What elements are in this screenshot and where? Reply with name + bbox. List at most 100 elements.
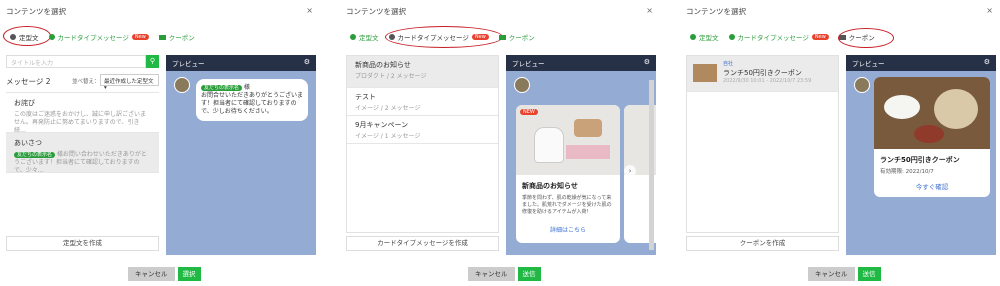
towel-shape: [566, 145, 610, 159]
cancel-button[interactable]: キャンセル: [808, 267, 855, 281]
close-icon[interactable]: ×: [646, 6, 653, 15]
chat-icon: [388, 34, 395, 40]
bubble-suffix: 様: [242, 84, 250, 91]
avatar: [514, 77, 530, 93]
list-item-selected[interactable]: 新商品のお知らせ プロダクト / 2 メッセージ: [347, 56, 498, 88]
brush-shape: [574, 119, 602, 137]
select-button[interactable]: 選択: [177, 267, 201, 281]
tab-card-label: カードタイプメッセージ: [397, 34, 469, 42]
tab-template[interactable]: 定型文: [10, 32, 39, 42]
coupon-icon: [158, 34, 166, 40]
friend-name-badge: 友だちの表示名: [14, 152, 56, 158]
tab-template-label: 定型文: [699, 34, 719, 42]
tab-card[interactable]: カードタイプメッセージ New: [388, 32, 489, 42]
device-shape: [534, 127, 564, 163]
friend-name-badge: 友だちの表示名: [201, 85, 243, 91]
tab-coupon[interactable]: クーポン: [158, 32, 195, 42]
tab-coupon[interactable]: クーポン: [498, 32, 535, 42]
message-count: メッセージ 2: [6, 77, 51, 86]
coupon-link[interactable]: 今すぐ確認: [874, 181, 990, 191]
tab-card[interactable]: カードタイプメッセージ New: [728, 32, 829, 42]
dialog-footer: キャンセル 選択: [128, 267, 201, 281]
dialog-title: コンテンツを選択: [686, 7, 746, 16]
tab-template[interactable]: 定型文: [690, 32, 719, 42]
rice-bowl-shape: [884, 95, 920, 119]
item-sub: プロダクト / 2 メッセージ: [355, 73, 427, 80]
dialog-coupon: コンテンツを選択 × 定型文 カードタイプメッセージ New クーポン 自社 ラン…: [680, 0, 1000, 286]
list-item-selected[interactable]: あいさつ 友だちの表示名 様お問い合わせいただきありがとうございます！担当者にて…: [6, 133, 159, 173]
coupon-icon: [498, 34, 506, 40]
product-image: [516, 105, 620, 175]
close-icon[interactable]: ×: [986, 6, 993, 15]
item-title: 9月キャンペーン: [355, 121, 409, 129]
product-card[interactable]: NEW 新商品のお知らせ 季節を問わず、肌の乾燥が気になって来ました。肌荒れでダ…: [516, 105, 620, 243]
preview-label: プレビュー: [172, 60, 205, 68]
item-title: お詫び: [14, 99, 35, 107]
chat-icon: [10, 34, 16, 40]
preview-label: プレビュー: [512, 60, 545, 68]
settings-icon[interactable]: ⚙: [644, 58, 650, 66]
dialog-footer: キャンセル 送信: [468, 267, 541, 281]
settings-icon[interactable]: ⚙: [984, 58, 990, 66]
tab-coupon-label: クーポン: [168, 34, 195, 42]
item-title: テスト: [355, 93, 376, 101]
send-button[interactable]: 送信: [517, 267, 541, 281]
preview-pane: プレビュー ⚙ NEW 新商品のお知らせ 季節を問わず、肌の乾燥が気になって来まし…: [506, 55, 656, 255]
close-icon[interactable]: ×: [306, 6, 313, 15]
sort-label: 並べ替え：: [72, 79, 100, 85]
coupon-card[interactable]: ランチ50円引きクーポン 有効期限: 2022/10/7 今すぐ確認: [874, 77, 990, 197]
tab-coupon-label: クーポン: [508, 34, 535, 42]
tab-coupon[interactable]: クーポン: [838, 32, 875, 42]
item-sub: イメージ / 2 メッセージ: [355, 105, 421, 112]
create-card-message-button[interactable]: カードタイプメッセージを作成: [346, 236, 499, 251]
cancel-button[interactable]: キャンセル: [128, 267, 175, 281]
card-title: 新商品のお知らせ: [522, 182, 578, 190]
preview-header: プレビュー ⚙: [846, 55, 996, 71]
tab-card-label: カードタイプメッセージ: [57, 34, 129, 42]
card-text: 季節を問わず、肌の乾燥が気になって来ました。肌荒れでダメージを受けた肌の修復を助…: [522, 195, 612, 215]
search-input[interactable]: タイトルを入力: [6, 55, 146, 68]
scrollbar[interactable]: [649, 80, 654, 250]
list-item[interactable]: テスト イメージ / 2 メッセージ: [347, 88, 498, 116]
list-item[interactable]: 9月キャンペーン イメージ / 1 メッセージ: [347, 116, 498, 144]
send-button[interactable]: 送信: [857, 267, 881, 281]
side-dish-shape: [914, 125, 944, 143]
coupon-icon: [838, 34, 846, 40]
new-badge: New: [131, 34, 149, 40]
list-item-selected[interactable]: 自社 ランチ50円引きクーポン 2022/9/30 10:01 - 2022/1…: [687, 56, 838, 92]
cancel-button[interactable]: キャンセル: [468, 267, 515, 281]
avatar: [174, 77, 190, 93]
create-template-button[interactable]: 定型文を作成: [6, 236, 159, 251]
search-icon[interactable]: ⚲: [146, 55, 159, 68]
check-icon: [48, 34, 55, 40]
dialog-template: コンテンツを選択 × 定型文 カードタイプメッセージ New クーポン タイトルを…: [0, 0, 323, 286]
dialog-title: コンテンツを選択: [6, 7, 66, 16]
preview-pane: プレビュー ⚙ ランチ50円引きクーポン 有効期限: 2022/10/7 今すぐ確…: [846, 55, 996, 255]
coupon-image: [874, 77, 990, 149]
carousel-next-icon[interactable]: ›: [624, 165, 636, 177]
card-list: 新商品のお知らせ プロダクト / 2 メッセージ テスト イメージ / 2 メッ…: [346, 55, 499, 233]
avatar: [854, 77, 870, 93]
coupon-valid: 有効期限: 2022/10/7: [880, 169, 934, 175]
item-date: 2022/9/30 10:01 - 2022/10/7 23:59: [723, 78, 812, 84]
tab-card[interactable]: カードタイプメッセージ New: [48, 32, 149, 42]
sort-select[interactable]: 最近作成した定型文 ▾: [100, 74, 159, 91]
preview-header: プレビュー ⚙: [166, 55, 316, 71]
chat-icon: [350, 34, 356, 40]
preview-label: プレビュー: [852, 60, 885, 68]
dialog-title: コンテンツを選択: [346, 7, 406, 16]
list-item[interactable]: お詫び この度はご迷惑をおかけし、誠に申し訳ございません。再発防止に努めてまいり…: [6, 93, 159, 133]
new-badge: NEW: [520, 109, 538, 115]
item-title: 新商品のお知らせ: [355, 61, 411, 69]
tab-template-label: 定型文: [19, 34, 39, 42]
tab-template[interactable]: 定型文: [350, 32, 379, 42]
item-sub: イメージ / 1 メッセージ: [355, 133, 421, 140]
new-badge: New: [811, 34, 829, 40]
template-list: お詫び この度はご迷惑をおかけし、誠に申し訳ございません。再発防止に努めてまいり…: [6, 92, 159, 232]
message-bubble: 友だちの表示名 様 お問合せいただきありがとうございます！担当者にて確認しており…: [196, 79, 308, 121]
coupon-tag: 自社: [723, 61, 734, 67]
settings-icon[interactable]: ⚙: [304, 58, 310, 66]
create-coupon-button[interactable]: クーポンを作成: [686, 236, 839, 251]
card-link[interactable]: 詳細はこちら: [516, 225, 620, 234]
bubble-text: お問合せいただきありがとうございます！担当者にて確認しておりますので、少しお待ち…: [201, 92, 304, 115]
